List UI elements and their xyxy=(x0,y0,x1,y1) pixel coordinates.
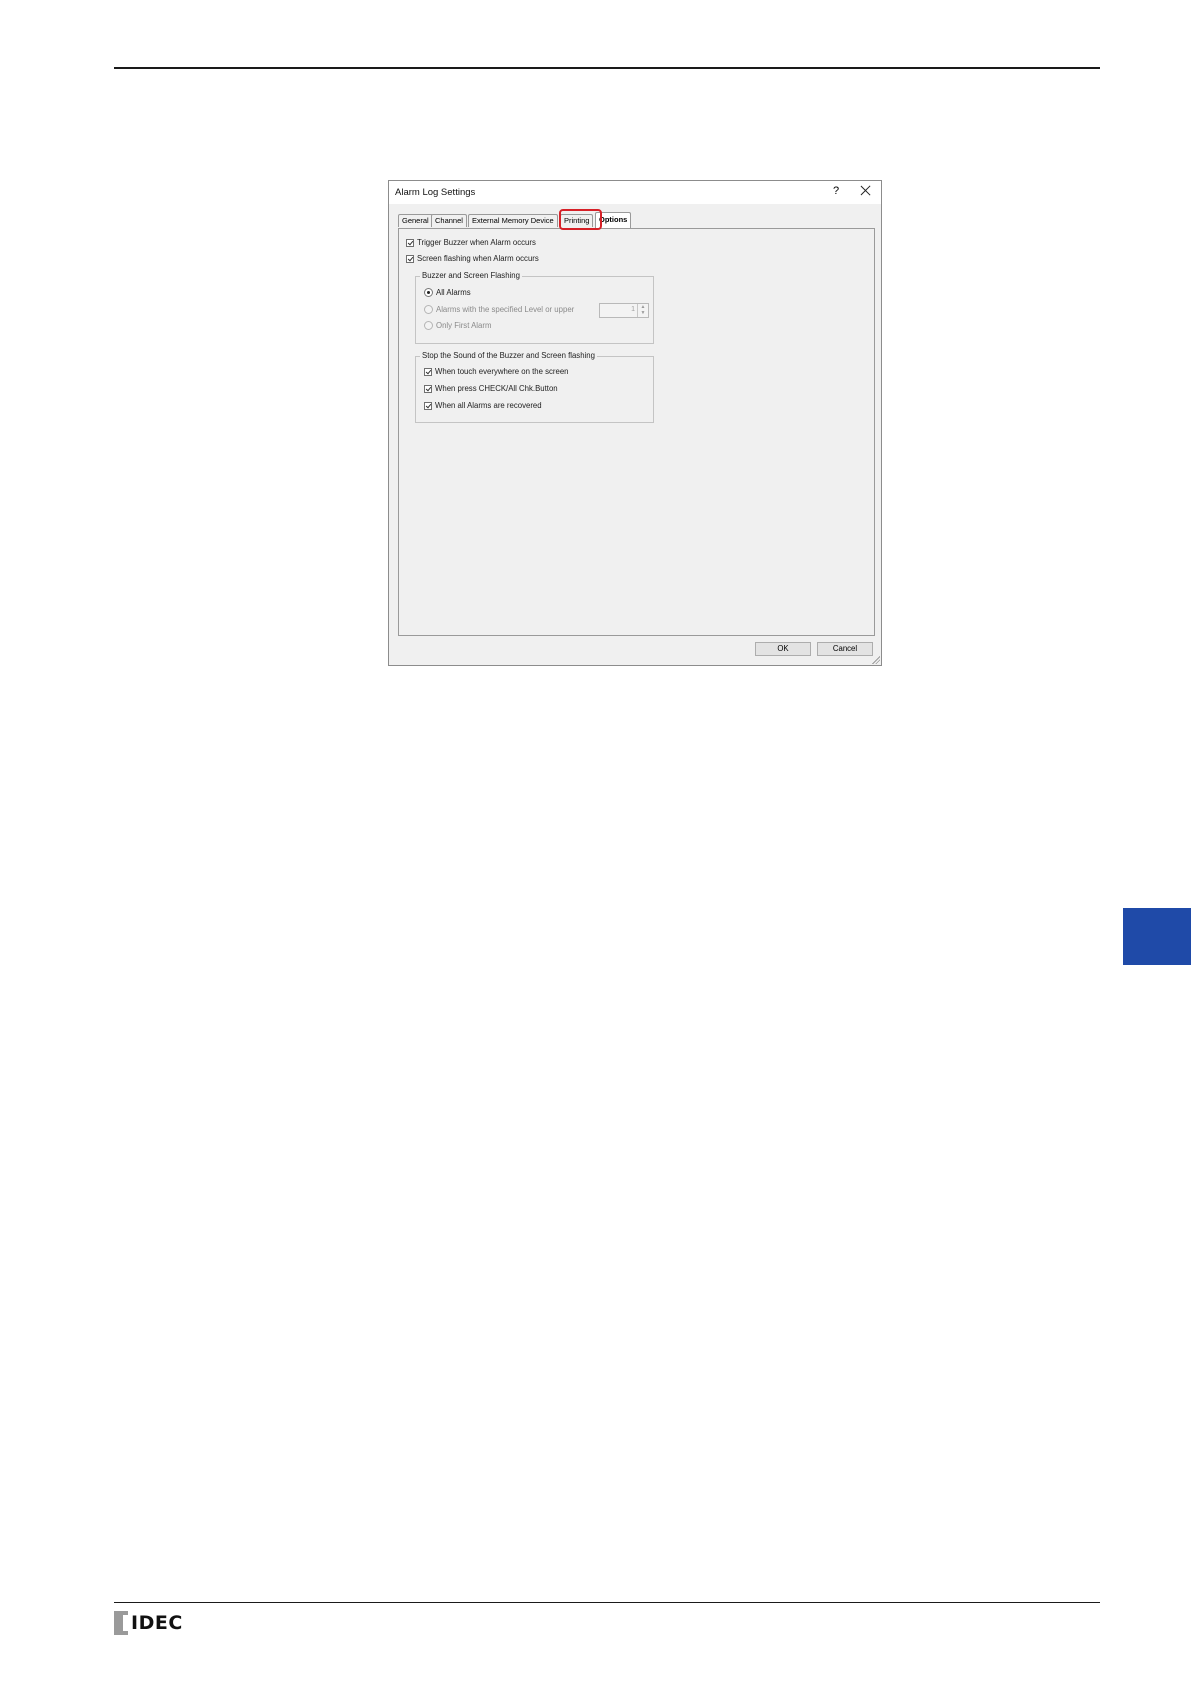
check-button-checkbox[interactable] xyxy=(424,384,432,393)
all-recovered-checkbox[interactable] xyxy=(424,401,432,410)
only-first-alarm-option[interactable]: Only First Alarm xyxy=(424,321,491,330)
touch-everywhere-option[interactable]: When touch everywhere on the screen xyxy=(424,367,569,376)
tab-external-memory-device[interactable]: External Memory Device xyxy=(468,214,558,227)
close-icon[interactable] xyxy=(859,184,873,198)
stop-sound-group: Stop the Sound of the Buzzer and Screen … xyxy=(415,351,654,423)
specified-level-radio[interactable] xyxy=(424,305,433,314)
check-button-option[interactable]: When press CHECK/All Chk.Button xyxy=(424,384,558,393)
all-recovered-label: When all Alarms are recovered xyxy=(435,401,542,410)
all-alarms-radio[interactable] xyxy=(424,288,433,297)
only-first-alarm-radio[interactable] xyxy=(424,321,433,330)
tab-channel[interactable]: Channel xyxy=(431,214,467,227)
buzzer-flashing-group: Buzzer and Screen Flashing All Alarms Al… xyxy=(415,271,654,344)
level-spinner-buttons[interactable]: ▲ ▼ xyxy=(637,304,648,317)
trigger-buzzer-label: Trigger Buzzer when Alarm occurs xyxy=(417,238,536,247)
specified-level-option[interactable]: Alarms with the specified Level or upper xyxy=(424,305,574,314)
level-spinner[interactable]: 1 ▲ ▼ xyxy=(599,303,649,318)
all-recovered-option[interactable]: When all Alarms are recovered xyxy=(424,401,542,410)
specified-level-label: Alarms with the specified Level or upper xyxy=(436,305,575,314)
alarm-log-settings-dialog: Alarm Log Settings ? General Channel Ext… xyxy=(388,180,882,666)
idec-logo-mark-icon xyxy=(114,1611,128,1635)
title-bar: Alarm Log Settings ? xyxy=(389,181,881,204)
header-rule xyxy=(114,67,1100,69)
cancel-button[interactable]: Cancel xyxy=(817,642,873,656)
screen-flashing-checkbox[interactable] xyxy=(406,254,414,263)
all-alarms-label: All Alarms xyxy=(436,288,471,297)
level-value: 1 xyxy=(631,306,635,313)
check-button-label: When press CHECK/All Chk.Button xyxy=(435,384,558,393)
ok-button[interactable]: OK xyxy=(755,642,811,656)
touch-everywhere-checkbox[interactable] xyxy=(424,367,432,376)
screen-flashing-option[interactable]: Screen flashing when Alarm occurs xyxy=(406,254,539,263)
touch-everywhere-label: When touch everywhere on the screen xyxy=(435,367,569,376)
tab-general[interactable]: General xyxy=(398,214,433,227)
options-panel: Trigger Buzzer when Alarm occurs Screen … xyxy=(398,228,875,636)
buzzer-flashing-group-label: Buzzer and Screen Flashing xyxy=(420,271,522,280)
trigger-buzzer-option[interactable]: Trigger Buzzer when Alarm occurs xyxy=(406,238,536,247)
idec-logo-text: IDEC xyxy=(131,1612,183,1634)
all-alarms-option[interactable]: All Alarms xyxy=(424,288,471,297)
printing-tab-highlight xyxy=(559,209,602,230)
resize-grip-icon[interactable] xyxy=(872,656,880,664)
stop-sound-group-label: Stop the Sound of the Buzzer and Screen … xyxy=(420,351,597,360)
dialog-title: Alarm Log Settings xyxy=(395,187,476,198)
only-first-alarm-label: Only First Alarm xyxy=(436,321,492,330)
trigger-buzzer-checkbox[interactable] xyxy=(406,238,414,247)
chapter-side-tab xyxy=(1123,908,1191,965)
spin-down-icon[interactable]: ▼ xyxy=(638,310,648,316)
help-button[interactable]: ? xyxy=(830,185,842,197)
footer-rule xyxy=(114,1602,1100,1603)
idec-logo: IDEC xyxy=(114,1611,183,1635)
screen-flashing-label: Screen flashing when Alarm occurs xyxy=(417,254,539,263)
